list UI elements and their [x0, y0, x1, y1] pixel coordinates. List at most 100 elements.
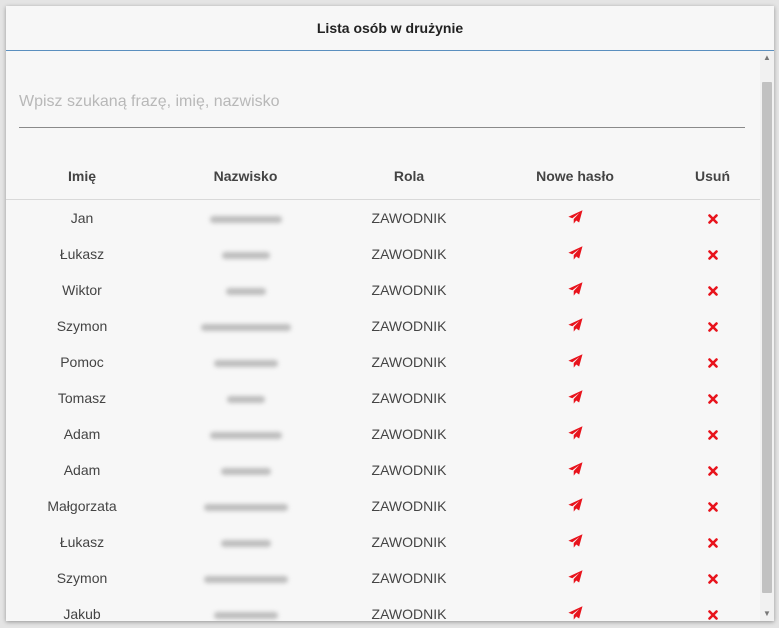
new-password-cell: [485, 596, 665, 621]
close-icon[interactable]: [707, 571, 718, 587]
table-row: Łukasz ZAWODNIK: [6, 236, 760, 272]
last-name-cell: [158, 272, 333, 308]
send-icon[interactable]: [567, 390, 583, 407]
column-header-first-name[interactable]: Imię: [6, 153, 158, 200]
delete-cell: [665, 380, 760, 416]
delete-cell: [665, 236, 760, 272]
last-name-cell: [158, 524, 333, 560]
scroll-down-arrow-icon[interactable]: ▼: [760, 607, 774, 621]
send-icon[interactable]: [567, 354, 583, 371]
delete-cell: [665, 560, 760, 596]
role-cell: ZAWODNIK: [371, 570, 447, 586]
role-cell: ZAWODNIK: [371, 534, 447, 550]
close-icon[interactable]: [707, 319, 718, 335]
table-row: Łukasz ZAWODNIK: [6, 524, 760, 560]
column-header-last-name[interactable]: Nazwisko: [158, 153, 333, 200]
table-row: Szymon ZAWODNIK: [6, 560, 760, 596]
redacted-surname: [203, 575, 288, 583]
delete-cell: [665, 308, 760, 344]
first-name-cell: Adam: [63, 462, 101, 478]
first-name-cell: Jakub: [63, 606, 101, 621]
search-input[interactable]: [19, 77, 745, 127]
close-icon[interactable]: [707, 463, 718, 479]
table-row: Jakub ZAWODNIK: [6, 596, 760, 621]
close-icon[interactable]: [707, 247, 718, 263]
first-name-cell: Łukasz: [59, 534, 105, 550]
close-icon[interactable]: [707, 211, 718, 227]
last-name-cell: [158, 380, 333, 416]
first-name-cell: Szymon: [56, 318, 108, 334]
close-icon[interactable]: [707, 391, 718, 407]
table-row: Wiktor ZAWODNIK: [6, 272, 760, 308]
delete-cell: [665, 200, 760, 237]
last-name-cell: [158, 416, 333, 452]
redacted-surname: [209, 215, 282, 223]
table-row: Adam ZAWODNIK: [6, 416, 760, 452]
delete-cell: [665, 452, 760, 488]
redacted-surname: [200, 323, 291, 331]
table-row: Pomoc ZAWODNIK: [6, 344, 760, 380]
first-name-cell: Jan: [70, 210, 94, 226]
new-password-cell: [485, 200, 665, 237]
scroll-up-arrow-icon[interactable]: ▲: [760, 51, 774, 65]
table-row: Adam ZAWODNIK: [6, 452, 760, 488]
last-name-cell: [158, 560, 333, 596]
table-row: Jan ZAWODNIK: [6, 200, 760, 237]
first-name-cell: Łukasz: [59, 246, 105, 262]
new-password-cell: [485, 272, 665, 308]
first-name-cell: Tomasz: [57, 390, 107, 406]
dialog-title: Lista osób w drużynie: [6, 6, 774, 51]
send-icon[interactable]: [567, 318, 583, 335]
send-icon[interactable]: [567, 570, 583, 587]
role-cell: ZAWODNIK: [371, 426, 447, 442]
new-password-cell: [485, 488, 665, 524]
close-icon[interactable]: [707, 283, 718, 299]
redacted-surname: [226, 395, 265, 403]
new-password-cell: [485, 416, 665, 452]
send-icon[interactable]: [567, 210, 583, 227]
role-cell: ZAWODNIK: [371, 354, 447, 370]
scroll-thumb[interactable]: [762, 82, 772, 593]
close-icon[interactable]: [707, 355, 718, 371]
send-icon[interactable]: [567, 606, 583, 621]
first-name-cell: Adam: [63, 426, 101, 442]
new-password-cell: [485, 452, 665, 488]
send-icon[interactable]: [567, 534, 583, 551]
redacted-surname: [213, 359, 278, 367]
redacted-surname: [203, 503, 288, 511]
new-password-cell: [485, 308, 665, 344]
new-password-cell: [485, 236, 665, 272]
scrollbar[interactable]: ▲ ▼: [760, 51, 774, 621]
new-password-cell: [485, 524, 665, 560]
role-cell: ZAWODNIK: [371, 210, 447, 226]
last-name-cell: [158, 236, 333, 272]
new-password-cell: [485, 560, 665, 596]
close-icon[interactable]: [707, 607, 718, 621]
role-cell: ZAWODNIK: [371, 246, 447, 262]
send-icon[interactable]: [567, 498, 583, 515]
role-cell: ZAWODNIK: [371, 390, 447, 406]
members-table: Imię Nazwisko Rola Nowe hasło Usuń Jan ZA…: [6, 153, 760, 621]
last-name-cell: [158, 452, 333, 488]
delete-cell: [665, 272, 760, 308]
first-name-cell: Szymon: [56, 570, 108, 586]
last-name-cell: [158, 308, 333, 344]
send-icon[interactable]: [567, 462, 583, 479]
role-cell: ZAWODNIK: [371, 606, 447, 621]
send-icon[interactable]: [567, 426, 583, 443]
delete-cell: [665, 416, 760, 452]
redacted-surname: [213, 611, 278, 619]
send-icon[interactable]: [567, 246, 583, 263]
close-icon[interactable]: [707, 427, 718, 443]
role-cell: ZAWODNIK: [371, 498, 447, 514]
send-icon[interactable]: [567, 282, 583, 299]
team-members-dialog: Lista osób w drużynie Imię Nazwisko Rola…: [6, 6, 774, 621]
redacted-surname: [221, 251, 270, 259]
last-name-cell: [158, 344, 333, 380]
column-header-role[interactable]: Rola: [333, 153, 485, 200]
table-row: Szymon ZAWODNIK: [6, 308, 760, 344]
redacted-surname: [225, 287, 266, 295]
redacted-surname: [220, 539, 271, 547]
close-icon[interactable]: [707, 535, 718, 551]
close-icon[interactable]: [707, 499, 718, 515]
